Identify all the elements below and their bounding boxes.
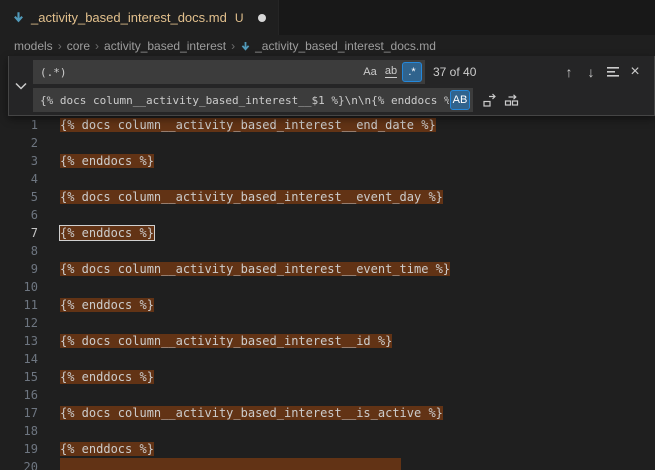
find-widget: Aa ab .* 37 of 40 ↑ ↓ × xyxy=(8,56,655,116)
close-find-widget-button[interactable]: × xyxy=(624,61,646,83)
line-number: 16 xyxy=(0,386,38,404)
breadcrumb-core[interactable]: core xyxy=(67,39,90,53)
chevron-right-icon: › xyxy=(95,39,99,53)
find-row: Aa ab .* 37 of 40 ↑ ↓ × xyxy=(33,60,650,84)
line-content: {% enddocs %} xyxy=(60,368,154,386)
line-number: 15 xyxy=(0,368,38,386)
editor-line[interactable]: 13 {% docs column__activity_based_interes… xyxy=(0,332,655,350)
chevron-right-icon: › xyxy=(231,39,235,53)
editor-line[interactable]: 11 {% enddocs %} xyxy=(0,296,655,314)
find-results-count: 37 of 40 xyxy=(433,65,476,79)
markdown-file-icon xyxy=(240,41,251,52)
preserve-case-toggle[interactable]: AB xyxy=(450,90,470,110)
find-in-selection-button[interactable] xyxy=(602,61,624,83)
line-number: 10 xyxy=(0,278,38,296)
replace-all-button[interactable] xyxy=(501,89,523,111)
editor-line[interactable]: 1 {% docs column__activity_based_interest… xyxy=(0,116,655,134)
find-match: {% enddocs %} xyxy=(60,370,154,384)
editor-line[interactable]: 4 xyxy=(0,170,655,188)
replace-button[interactable] xyxy=(479,89,501,111)
editor-line[interactable]: 9 {% docs column__activity_based_interest… xyxy=(0,260,655,278)
editor-line[interactable]: 6 xyxy=(0,206,655,224)
line-number: 12 xyxy=(0,314,38,332)
find-match xyxy=(60,458,401,470)
editor-line[interactable]: 3 {% enddocs %} xyxy=(0,152,655,170)
dirty-indicator[interactable] xyxy=(258,14,266,22)
line-content: {% enddocs %} xyxy=(60,152,154,170)
markdown-file-icon xyxy=(12,11,25,24)
breadcrumb-models[interactable]: models xyxy=(14,39,53,53)
match-case-toggle[interactable]: Aa xyxy=(360,62,380,82)
line-content: {% enddocs %} xyxy=(60,440,154,458)
line-number: 8 xyxy=(0,242,38,260)
toggle-replace-chevron[interactable] xyxy=(9,56,33,115)
find-match: {% enddocs %} xyxy=(60,154,154,168)
line-number: 1 xyxy=(0,116,38,134)
find-match: {% docs column__activity_based_interest_… xyxy=(60,118,436,132)
chevron-right-icon: › xyxy=(58,39,62,53)
breadcrumb-file[interactable]: _activity_based_interest_docs.md xyxy=(255,39,436,53)
editor-line[interactable]: 7 {% enddocs %} xyxy=(0,224,655,242)
find-match: {% docs column__activity_based_interest_… xyxy=(60,190,443,204)
line-number: 6 xyxy=(0,206,38,224)
tab-activity-docs[interactable]: _activity_based_interest_docs.md U xyxy=(0,0,279,35)
tab-bar: _activity_based_interest_docs.md U xyxy=(0,0,655,35)
line-content xyxy=(60,458,401,470)
line-number: 7 xyxy=(0,224,38,242)
line-content: {% docs column__activity_based_interest_… xyxy=(60,260,450,278)
tab-label: _activity_based_interest_docs.md xyxy=(31,10,227,25)
whole-word-toggle[interactable]: ab xyxy=(381,62,401,82)
editor-line[interactable]: 5 {% docs column__activity_based_interest… xyxy=(0,188,655,206)
previous-match-button[interactable]: ↑ xyxy=(558,61,580,83)
editor-line[interactable]: 10 xyxy=(0,278,655,296)
editor-line[interactable]: 16 xyxy=(0,386,655,404)
regex-toggle[interactable]: .* xyxy=(402,62,422,82)
line-number: 13 xyxy=(0,332,38,350)
next-match-button[interactable]: ↓ xyxy=(580,61,602,83)
find-match: {% docs column__activity_based_interest_… xyxy=(60,262,450,276)
replace-input[interactable] xyxy=(40,89,449,111)
editor-line[interactable]: 20 xyxy=(0,458,655,470)
editor-line[interactable]: 19 {% enddocs %} xyxy=(0,440,655,458)
line-number: 3 xyxy=(0,152,38,170)
line-number: 4 xyxy=(0,170,38,188)
replace-input-box: AB xyxy=(33,88,473,112)
replace-row: AB xyxy=(33,88,650,112)
line-number: 14 xyxy=(0,350,38,368)
line-number: 5 xyxy=(0,188,38,206)
editor-line[interactable]: 17 {% docs column__activity_based_interes… xyxy=(0,404,655,422)
find-input[interactable] xyxy=(40,61,359,83)
editor-line[interactable]: 2 xyxy=(0,134,655,152)
line-content: {% docs column__activity_based_interest_… xyxy=(60,188,443,206)
line-content: {% docs column__activity_based_interest_… xyxy=(60,332,392,350)
line-number: 18 xyxy=(0,422,38,440)
line-number: 20 xyxy=(0,458,38,470)
line-content: {% enddocs %} xyxy=(60,224,154,242)
find-match-current: {% enddocs %} xyxy=(60,226,154,240)
editor-line[interactable]: 8 xyxy=(0,242,655,260)
breadcrumb: models › core › activity_based_interest … xyxy=(0,35,655,57)
breadcrumb-activity-based-interest[interactable]: activity_based_interest xyxy=(104,39,226,53)
line-number: 11 xyxy=(0,296,38,314)
line-number: 2 xyxy=(0,134,38,152)
find-match: {% enddocs %} xyxy=(60,298,154,312)
editor-lines: 1 {% docs column__activity_based_interest… xyxy=(0,116,655,470)
find-match: {% docs column__activity_based_interest_… xyxy=(60,334,392,348)
line-content: {% docs column__activity_based_interest_… xyxy=(60,404,443,422)
line-content: {% enddocs %} xyxy=(60,296,154,314)
editor-line[interactable]: 14 xyxy=(0,350,655,368)
line-content: {% docs column__activity_based_interest_… xyxy=(60,116,436,134)
find-match: {% docs column__activity_based_interest_… xyxy=(60,406,443,420)
line-number: 9 xyxy=(0,260,38,278)
line-number: 17 xyxy=(0,404,38,422)
find-match: {% enddocs %} xyxy=(60,442,154,456)
editor-line[interactable]: 12 xyxy=(0,314,655,332)
find-input-box: Aa ab .* xyxy=(33,60,425,84)
editor-line[interactable]: 15 {% enddocs %} xyxy=(0,368,655,386)
git-status-badge: U xyxy=(235,11,244,25)
line-number: 19 xyxy=(0,440,38,458)
editor-line[interactable]: 18 xyxy=(0,422,655,440)
